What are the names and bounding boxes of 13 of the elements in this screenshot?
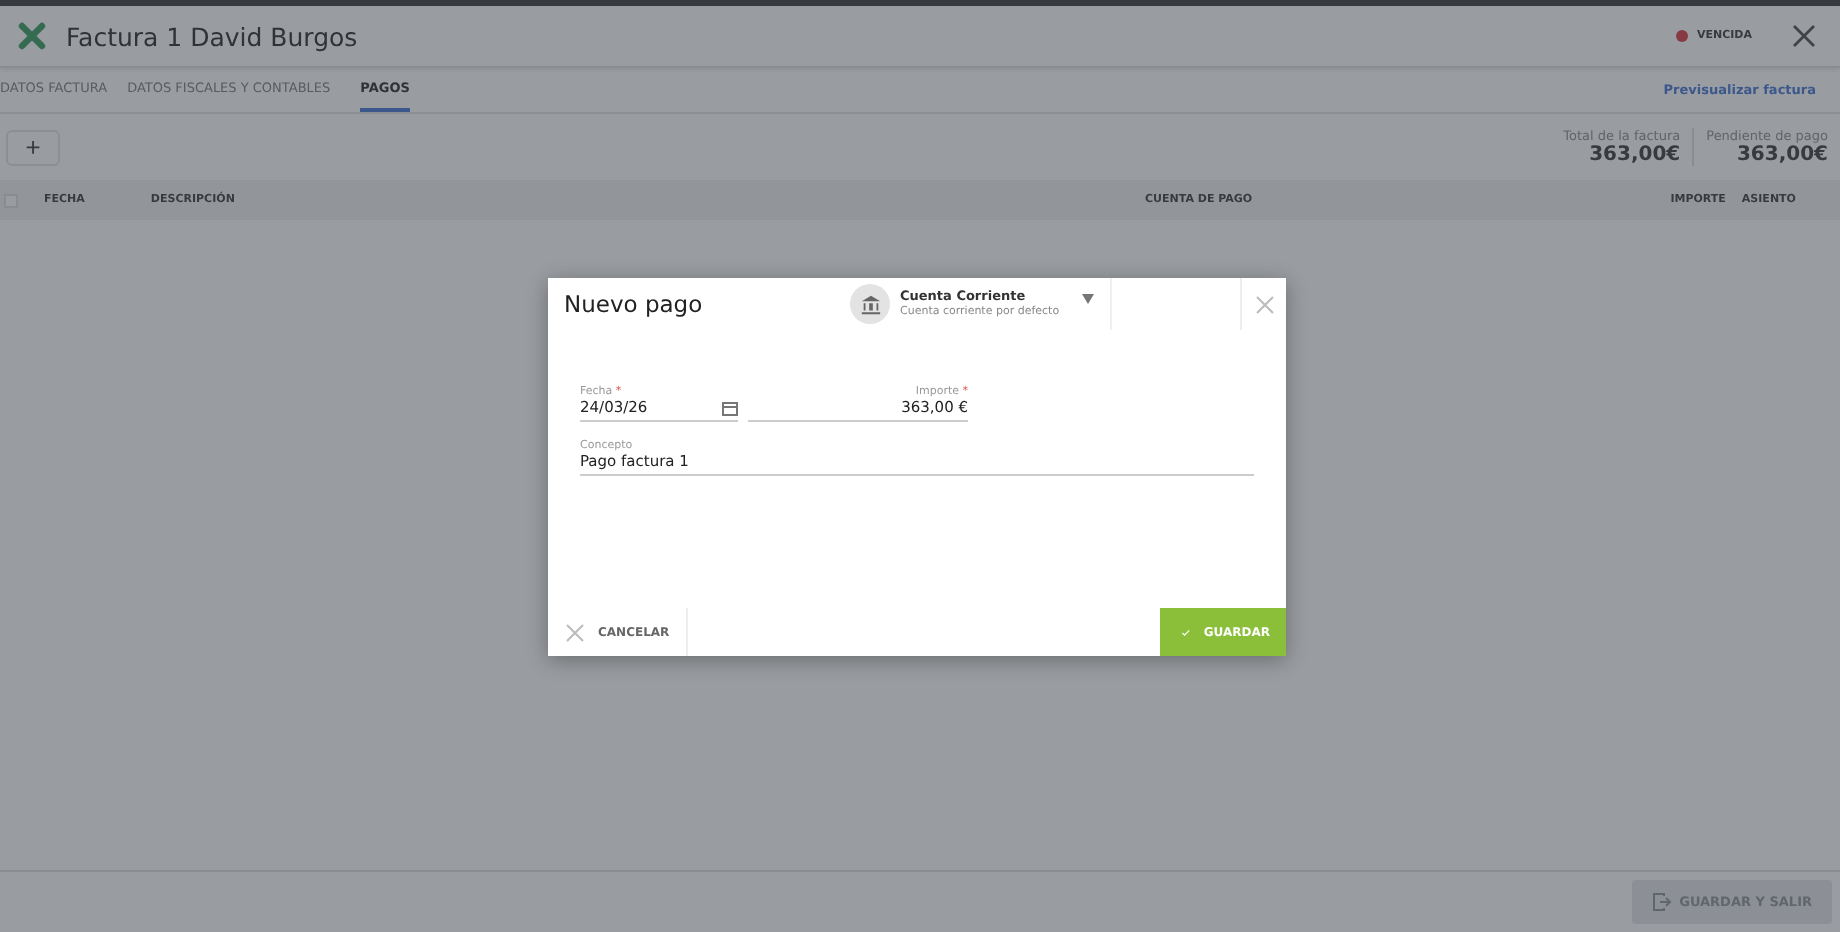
window-title: Factura 1 David Burgos [66,21,358,51]
cross-logo-icon [18,22,46,50]
exit-icon [1651,892,1672,912]
add-button[interactable]: + [6,129,60,165]
bank-icon [850,284,890,324]
close-icon[interactable] [1792,24,1816,48]
calendar-icon[interactable] [722,399,738,415]
check-icon [1182,625,1190,639]
caret-icon [1081,293,1094,303]
close-icon [566,623,584,641]
total-value: 363,00€ [1589,144,1681,166]
total-value: 363,00€ [1736,144,1828,166]
dialog-title: Nuevo pago [564,290,705,318]
